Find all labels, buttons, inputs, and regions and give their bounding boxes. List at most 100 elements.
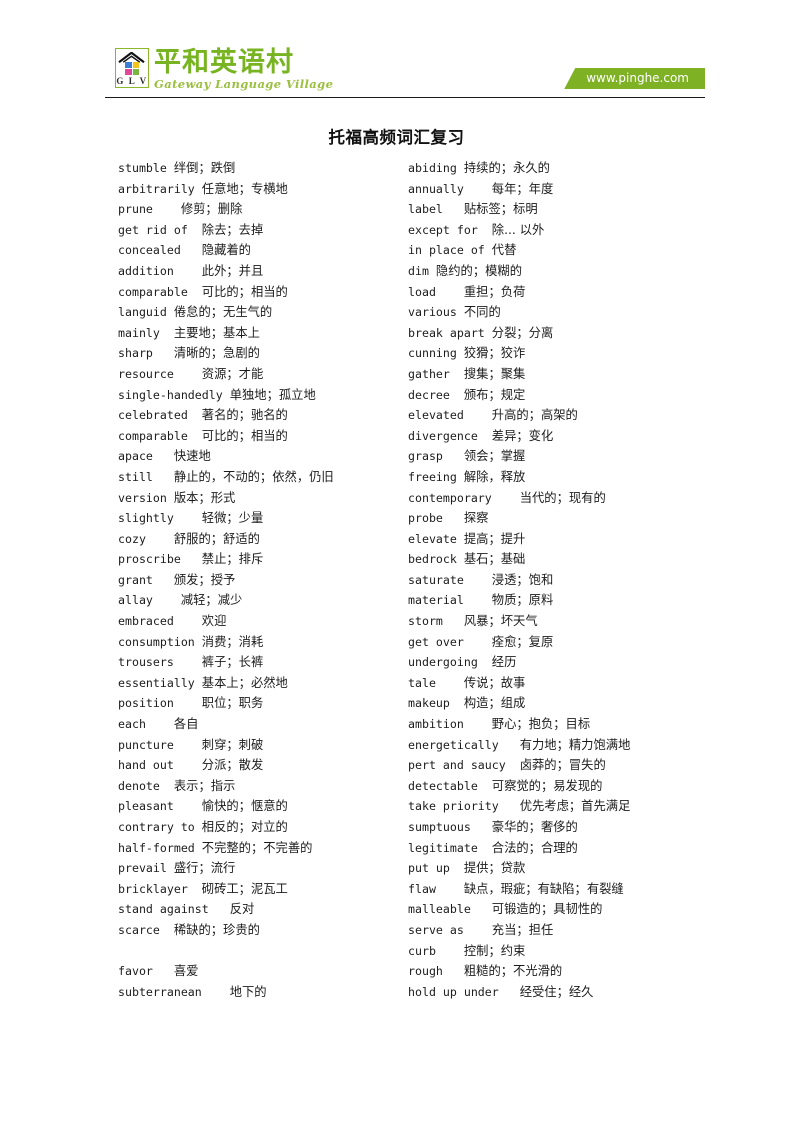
vocabulary-term: still: [118, 469, 174, 484]
vocabulary-entry: cozy 舒服的；舒适的: [118, 529, 408, 550]
vocabulary-term: prune: [118, 202, 181, 217]
vocabulary-gloss: 控制；约束: [463, 943, 526, 958]
website-url-banner[interactable]: www.pinghe.com: [564, 68, 705, 89]
vocabulary-entry: allay 减轻；减少: [118, 590, 408, 611]
vocabulary-term: detectable: [408, 778, 492, 793]
vocabulary-term: probe: [408, 511, 464, 526]
vocabulary-term: contrary to: [118, 820, 202, 834]
vocabulary-gloss: 豪华的；奢侈的: [491, 820, 578, 834]
vocabulary-gloss: 砌砖工；泥瓦工: [201, 881, 288, 896]
logo-square-blue: [125, 62, 132, 68]
vocabulary-gloss: 消费；消耗: [201, 634, 264, 649]
vocabulary-entry: ambition 野心；抱负；目标: [408, 714, 698, 735]
vocabulary-gloss: 喜爱: [173, 964, 199, 979]
vocabulary-term: elevated: [408, 408, 492, 423]
vocabulary-term: allay: [118, 593, 181, 608]
vocabulary-term: get over: [408, 634, 492, 649]
vocabulary-term: each: [118, 717, 174, 732]
vocabulary-gloss: 愉快的；惬意的: [201, 799, 288, 814]
vocabulary-entry: energetically 有力地；精力饱满地: [408, 735, 698, 756]
vocabulary-gloss: 差异；变化: [491, 428, 554, 443]
page-header: G L V 平和英语村 Gateway Language Village www…: [105, 46, 705, 96]
vocabulary-gloss: 舒服的；舒适的: [173, 531, 260, 546]
vocabulary-term: malleable: [408, 902, 492, 917]
vocabulary-term: pleasant: [118, 799, 202, 814]
vocabulary-entry: break apart 分裂；分离: [408, 323, 698, 344]
vocabulary-entry: embraced 欢迎: [118, 611, 408, 632]
vocabulary-entry: label 贴标签；标明: [408, 199, 698, 220]
vocabulary-gloss: 地下的: [229, 984, 267, 999]
vocabulary-entry: trousers 裤子；长裤: [118, 652, 408, 673]
vocabulary-gloss: 优先考虑；首先满足: [519, 799, 631, 814]
vocabulary-term: elevate: [408, 531, 464, 546]
vocabulary-term: legitimate: [408, 840, 492, 855]
vocabulary-term: curb: [408, 943, 464, 958]
vocabulary-gloss: 提供；贷款: [463, 861, 526, 876]
vocabulary-gloss: 经受住；经久: [519, 984, 594, 999]
vocabulary-term: comparable: [118, 428, 202, 443]
vocabulary-term: abiding: [408, 161, 464, 175]
vocabulary-term: embraced: [118, 614, 202, 629]
logo-square-yellow: [132, 62, 139, 68]
vocabulary-entry: dim 隐约的；模糊的: [408, 261, 698, 282]
vocabulary-term: essentially: [118, 675, 202, 690]
vocabulary-gloss: 著名的；驰名的: [201, 408, 288, 423]
vocabulary-term: hand out: [118, 758, 202, 773]
vocabulary-term: mainly: [118, 325, 174, 340]
vocabulary-term: comparable: [118, 284, 202, 299]
vocabulary-entry: slightly 轻微；少量: [118, 508, 408, 529]
vocabulary-gloss: 重担；负荷: [463, 284, 526, 299]
vocabulary-term: flaw: [408, 881, 464, 896]
vocabulary-gloss: 分派；散发: [201, 758, 264, 773]
vocabulary-entry: scarce 稀缺的；珍贵的: [118, 920, 408, 941]
vocabulary-entry: prevail 盛行；流行: [118, 858, 408, 879]
vocabulary-entry: pert and saucy 卤莽的；冒失的: [408, 755, 698, 776]
vocabulary-entry: get rid of 除去；去掉: [118, 220, 408, 241]
vocabulary-term: divergence: [408, 428, 492, 443]
vocabulary-term: various: [408, 305, 464, 320]
vocabulary-entry: load 重担；负荷: [408, 282, 698, 303]
vocabulary-gloss: 倦怠的；无生气的: [173, 305, 273, 320]
vocabulary-gloss: 每年；年度: [491, 181, 554, 196]
vocabulary-entry: half-formed 不完整的；不完善的: [118, 838, 408, 859]
vocabulary-gloss: 快速地: [173, 449, 211, 464]
vocabulary-term: tale: [408, 675, 464, 690]
vocabulary-entry: probe 探察: [408, 508, 698, 529]
vocabulary-term: put up: [408, 861, 464, 876]
vocabulary-term: denote: [118, 778, 174, 793]
vocabulary-term: half-formed: [118, 840, 202, 855]
vocabulary-entry: elevate 提高；提升: [408, 529, 698, 550]
vocabulary-gloss: 缺点，瑕疵；有缺陷；有裂缝: [463, 881, 624, 896]
vocabulary-gloss: 狡猾；狡诈: [463, 346, 526, 361]
document-page: G L V 平和英语村 Gateway Language Village www…: [0, 0, 793, 1122]
vocabulary-gloss: 清晰的；急剧的: [173, 346, 260, 361]
vocabulary-entry: stumble 绊倒；跌倒: [118, 158, 408, 179]
vocabulary-term: take priority: [408, 799, 520, 814]
vocabulary-entry: comparable 可比的；相当的: [118, 282, 408, 303]
vocabulary-term: stand against: [118, 902, 230, 917]
vocabulary-term: hold up under: [408, 984, 520, 999]
vocabulary-gloss: 减轻；减少: [180, 593, 243, 608]
vocabulary-term: bedrock: [408, 552, 464, 567]
vocabulary-entry: prune 修剪；删除: [118, 199, 408, 220]
vocabulary-term: puncture: [118, 737, 202, 752]
vocabulary-term: bricklayer: [118, 881, 202, 896]
vocabulary-entry: take priority 优先考虑；首先满足: [408, 796, 698, 817]
vocabulary-term: concealed: [118, 243, 202, 258]
brand-name-cn: 平和英语村: [154, 47, 294, 78]
vocabulary-entry: bricklayer 砌砖工；泥瓦工: [118, 879, 408, 900]
vocabulary-gloss: 当代的；现有的: [519, 490, 606, 505]
vocabulary-gloss: 野心；抱负；目标: [491, 717, 591, 732]
vocabulary-term: ambition: [408, 717, 492, 732]
vocabulary-entry: grasp 领会；掌握: [408, 446, 698, 467]
vocabulary-gloss: 探察: [463, 511, 489, 526]
vocabulary-entry: material 物质；原料: [408, 590, 698, 611]
vocabulary-entry: abiding 持续的；永久的: [408, 158, 698, 179]
vocabulary-gloss: 可比的；相当的: [201, 428, 288, 443]
vocabulary-term: cunning: [408, 346, 464, 361]
vocabulary-term: proscribe: [118, 552, 202, 567]
brand-logo: G L V 平和英语村 Gateway Language Village: [115, 48, 333, 91]
vocabulary-entry: get over 痊愈；复原: [408, 632, 698, 653]
vocabulary-term: except for: [408, 222, 492, 237]
vocabulary-term: makeup: [408, 696, 464, 711]
